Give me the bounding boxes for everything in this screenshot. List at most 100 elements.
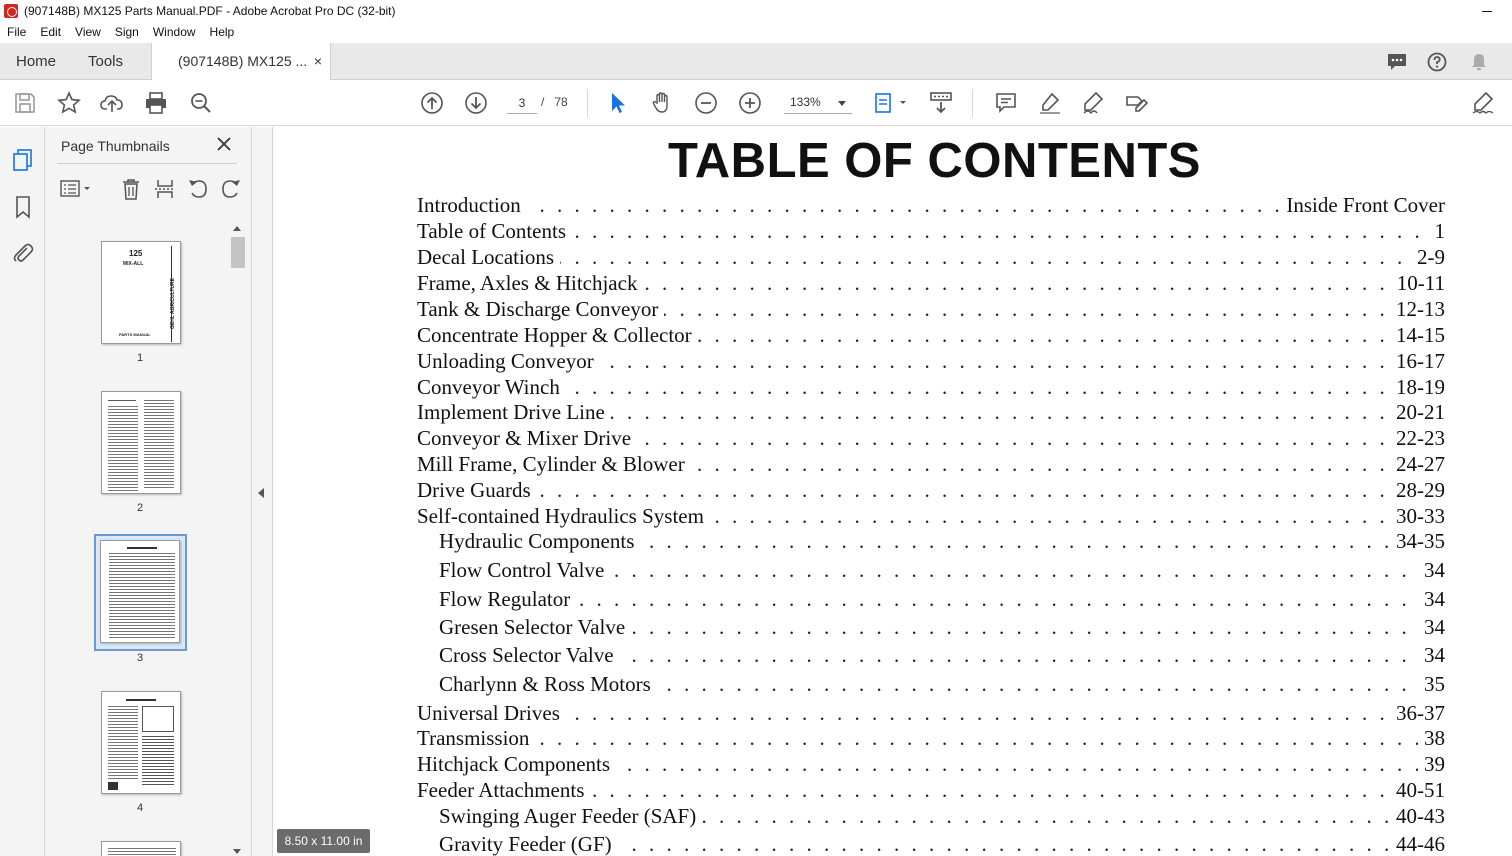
toc-entry[interactable]: Unloading Conveyor . . . . . . . . . . .… (417, 349, 1445, 373)
delete-page-icon[interactable] (119, 178, 143, 200)
zoom-level-select[interactable]: 133% (784, 92, 852, 114)
toc-entry-title: Hitchjack Components (417, 752, 617, 776)
add-comment-icon[interactable] (994, 91, 1018, 115)
page-thumbnail-1[interactable]: 125 MIX-ALL GEHL AGRICULTURE PARTS MANUA… (101, 241, 181, 344)
panel-collapse-handle[interactable] (252, 127, 273, 856)
toc-entry-page: 34 (1418, 558, 1445, 582)
toc-entry[interactable]: Swinging Auger Feeder (SAF) . . . . . . … (439, 804, 1445, 828)
upload-cloud-icon[interactable] (100, 91, 124, 115)
notification-bell-icon[interactable] (1469, 52, 1489, 72)
fit-page-icon[interactable] (873, 91, 909, 115)
zoom-out-icon[interactable] (694, 91, 718, 115)
comment-bubble-icon[interactable] (1386, 52, 1406, 72)
toc-entry[interactable]: Universal Drives . . . . . . . . . . . .… (417, 701, 1445, 725)
menu-file[interactable]: File (0, 22, 33, 43)
menu-help[interactable]: Help (203, 22, 242, 43)
toc-entry[interactable]: Gresen Selector Valve . . . . . . . . . … (439, 615, 1445, 639)
tab-home[interactable]: Home (16, 43, 56, 80)
toc-entry[interactable]: Hydraulic Components . . . . . . . . . .… (439, 529, 1445, 553)
scroll-down-icon[interactable] (233, 849, 241, 854)
close-tab-icon[interactable]: × (314, 43, 322, 80)
thumb-table (142, 706, 174, 732)
toc-entry-title: Flow Control Valve (439, 558, 611, 582)
fill-sign-icon[interactable] (1125, 91, 1149, 115)
bookmark-star-icon[interactable] (57, 91, 81, 115)
page-thumbnail-3[interactable] (100, 540, 180, 643)
previous-page-icon[interactable] (420, 91, 444, 115)
toc-entry[interactable]: Table of Contents . . . . . . . . . . . … (417, 219, 1445, 243)
toc-entry[interactable]: Introduction . . . . . . . . . . . . . .… (417, 193, 1445, 217)
toc-entry[interactable]: Tank & Discharge Conveyor . . . . . . . … (417, 297, 1445, 321)
rotate-counterclockwise-icon[interactable] (186, 178, 210, 200)
next-page-icon[interactable] (464, 91, 488, 115)
highlight-pen-icon[interactable] (1038, 91, 1062, 115)
toc-entry-title: Gresen Selector Valve (439, 615, 632, 639)
page-thumbnail-5[interactable] (101, 841, 181, 856)
scroll-mode-icon[interactable] (929, 91, 953, 115)
toc-entry[interactable]: Concentrate Hopper & Collector . . . . .… (417, 323, 1445, 347)
toc-entry[interactable]: Conveyor & Mixer Drive . . . . . . . . .… (417, 426, 1445, 450)
toc-entry[interactable]: Transmission . . . . . . . . . . . . . .… (417, 726, 1445, 750)
toc-leader-dots: . . . . . . . . . . . . . . . . . . . . … (417, 245, 1445, 269)
page-separator: / (541, 95, 545, 109)
toc-entry[interactable]: Frame, Axles & Hitchjack . . . . . . . .… (417, 271, 1445, 295)
rotate-clockwise-icon[interactable] (219, 178, 243, 200)
toc-entry[interactable]: Flow Control Valve . . . . . . . . . . .… (439, 558, 1445, 582)
toc-leader-dots: . . . . . . . . . . . . . . . . . . . . … (417, 375, 1445, 399)
panel-title: Page Thumbnails (61, 138, 170, 154)
toc-entry[interactable]: Feeder Attachments . . . . . . . . . . .… (417, 778, 1445, 802)
menu-edit[interactable]: Edit (33, 22, 68, 43)
toc-entry-title: Conveyor & Mixer Drive (417, 426, 638, 450)
page-thumbnails-icon[interactable] (11, 148, 35, 172)
toc-entry-page: 35 (1418, 672, 1445, 696)
thumbnail-label-2: 2 (136, 502, 144, 514)
tab-document[interactable]: (907148B) MX125 ... × (151, 43, 331, 81)
toc-entry[interactable]: Self-contained Hydraulics System . . . .… (417, 504, 1445, 528)
find-zoom-icon[interactable] (189, 91, 213, 115)
page-thumbnail-4[interactable] (101, 691, 181, 794)
thumb-text-block (142, 736, 174, 786)
toc-entry[interactable]: Decal Locations . . . . . . . . . . . . … (417, 245, 1445, 269)
toc-entry-page: 40-43 (1390, 804, 1445, 828)
print-icon[interactable] (144, 91, 168, 115)
select-arrow-icon[interactable] (606, 91, 630, 115)
menu-window[interactable]: Window (146, 22, 203, 43)
zoom-in-icon[interactable] (738, 91, 762, 115)
thumbnails-scrollbar[interactable] (230, 224, 245, 856)
toc-entry-page: 44-46 (1390, 832, 1445, 856)
toc-entry[interactable]: Hitchjack Components . . . . . . . . . .… (417, 752, 1445, 776)
toc-entry-title: Feeder Attachments (417, 778, 591, 802)
page-number-input[interactable] (507, 92, 537, 114)
hand-tool-icon[interactable] (650, 91, 674, 115)
scroll-up-icon[interactable] (233, 226, 241, 231)
toc-entry-title: Cross Selector Valve (439, 643, 620, 667)
tab-tools[interactable]: Tools (88, 43, 123, 80)
toc-entry[interactable]: Gravity Feeder (GF) . . . . . . . . . . … (439, 832, 1445, 856)
toc-entry[interactable]: Mill Frame, Cylinder & Blower . . . . . … (417, 452, 1445, 476)
thumb-text-block (108, 406, 138, 492)
page-thumbnail-2[interactable] (101, 391, 181, 494)
help-icon[interactable] (1427, 52, 1447, 72)
close-panel-icon[interactable] (217, 137, 231, 151)
bookmarks-icon[interactable] (11, 195, 35, 219)
toc-entry[interactable]: Cross Selector Valve . . . . . . . . . .… (439, 643, 1445, 667)
menu-sign[interactable]: Sign (108, 22, 146, 43)
toc-entry-page: 38 (1418, 726, 1445, 750)
menu-view[interactable]: View (68, 22, 108, 43)
toc-entry[interactable]: Drive Guards . . . . . . . . . . . . . .… (417, 478, 1445, 502)
toc-entry[interactable]: Flow Regulator . . . . . . . . . . . . .… (439, 587, 1445, 611)
scrollbar-thumb[interactable] (231, 237, 245, 268)
toc-entry-page: 22-23 (1390, 426, 1445, 450)
toc-entry[interactable]: Charlynn & Ross Motors . . . . . . . . .… (439, 672, 1445, 696)
toc-entry[interactable]: Conveyor Winch . . . . . . . . . . . . .… (417, 375, 1445, 399)
extract-pages-icon[interactable] (153, 178, 177, 200)
document-view[interactable]: TABLE OF CONTENTS Introduction . . . . .… (273, 127, 1512, 856)
save-icon[interactable] (13, 91, 37, 115)
toc-entry[interactable]: Implement Drive Line . . . . . . . . . .… (417, 400, 1445, 424)
thumb-title-line (127, 547, 157, 549)
share-sign-icon[interactable] (1471, 91, 1495, 115)
attachments-paperclip-icon[interactable] (11, 241, 35, 265)
minimize-button[interactable] (1470, 4, 1500, 18)
thumbnail-options-icon[interactable] (59, 178, 95, 200)
sign-pen-icon[interactable] (1081, 91, 1105, 115)
